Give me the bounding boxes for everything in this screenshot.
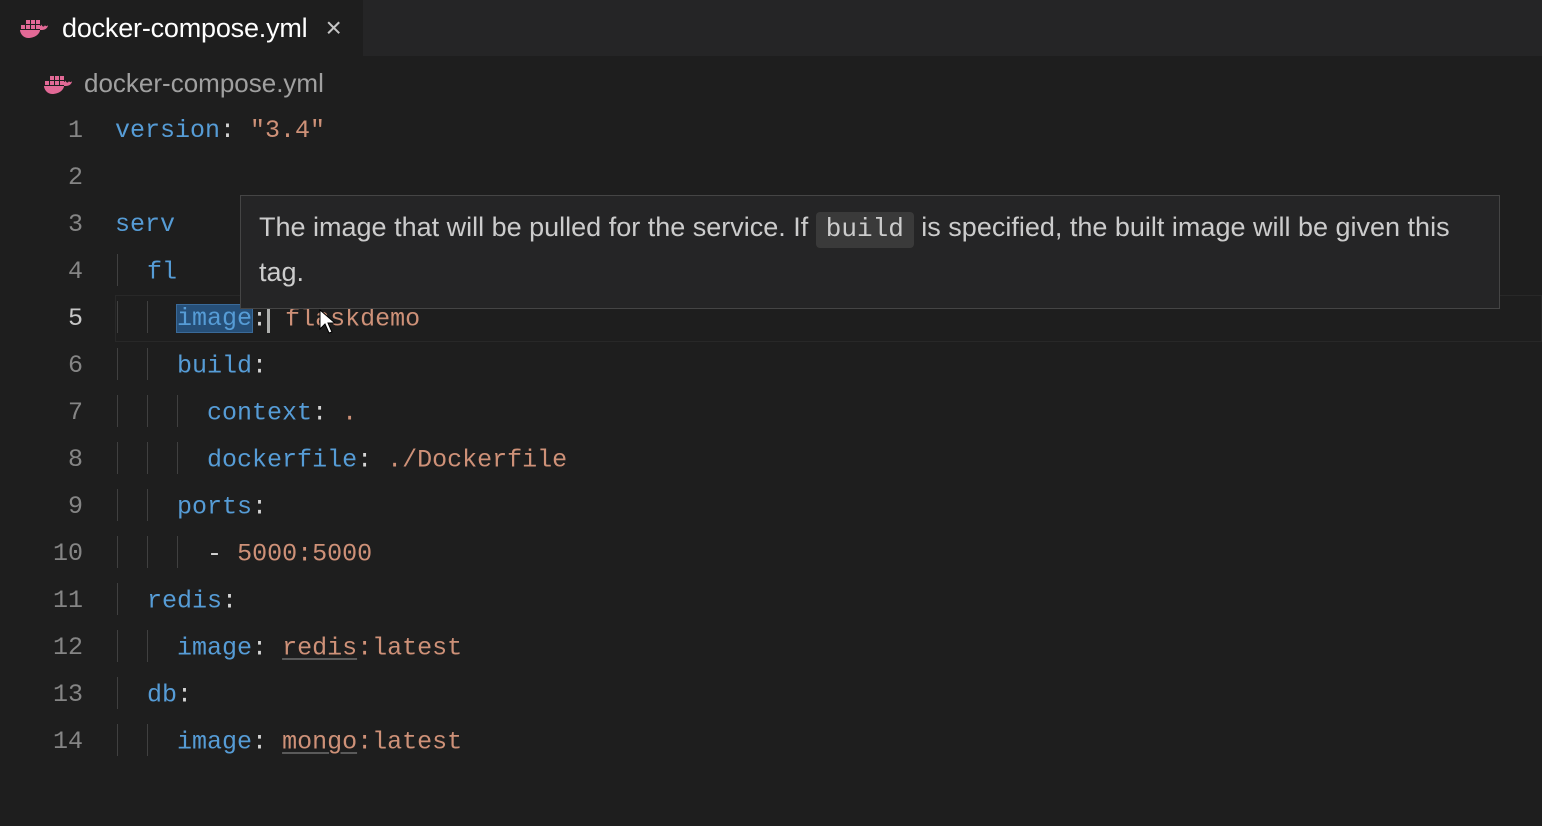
tab-title: docker-compose.yml [62,13,307,44]
line-number: 6 [0,351,115,380]
code-line: 12 image: redis:latest [0,624,1542,671]
code-line: 11 redis: [0,577,1542,624]
code-editor[interactable]: 1 version: "3.4" 2 3 serv The image that… [0,107,1542,765]
line-number: 3 [0,210,115,239]
close-icon[interactable]: × [321,14,345,42]
line-number: 12 [0,633,115,662]
code-line: 8 dockerfile: ./Dockerfile [0,436,1542,483]
line-number: 2 [0,163,115,192]
code-line: 2 [0,154,1542,201]
code-line: 14 image: mongo:latest [0,718,1542,765]
line-number: 10 [0,539,115,568]
line-number: 9 [0,492,115,521]
line-number: 8 [0,445,115,474]
hover-tooltip[interactable]: The image that will be pulled for the se… [240,195,1500,309]
line-number: 5 [0,304,115,333]
code-line: 7 context: . [0,389,1542,436]
code-line: 3 serv The image that will be pulled for… [0,201,1542,248]
code-line: 9 ports: [0,483,1542,530]
hover-text-pre: The image that will be pulled for the se… [259,212,816,242]
hover-code: build [816,212,914,248]
tab-docker-compose[interactable]: docker-compose.yml × [0,0,363,56]
breadcrumb-title: docker-compose.yml [84,68,324,99]
docker-icon [44,73,72,95]
line-number: 1 [0,116,115,145]
line-number: 11 [0,586,115,615]
tab-bar: docker-compose.yml × [0,0,1542,56]
code-line: 6 build: [0,342,1542,389]
docker-icon [20,17,48,39]
line-number: 7 [0,398,115,427]
code-line: 13 db: [0,671,1542,718]
line-number: 14 [0,727,115,756]
code-line: 1 version: "3.4" [0,107,1542,154]
code-line: 10 - 5000:5000 [0,530,1542,577]
line-number: 13 [0,680,115,709]
breadcrumb[interactable]: docker-compose.yml [0,56,1542,107]
line-number: 4 [0,257,115,286]
